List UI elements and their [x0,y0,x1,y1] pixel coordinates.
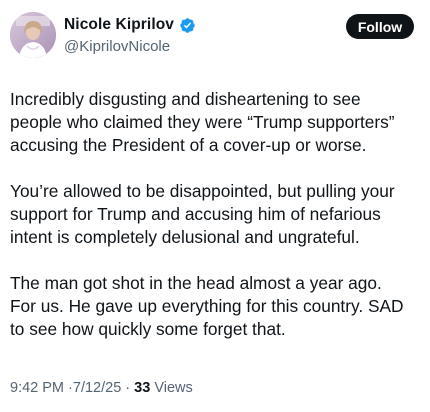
tweet-line: accusing the President of a cover-up or … [10,135,367,155]
tweet-paragraph: You’re allowed to be disappointed, but p… [10,180,425,249]
tweet-line: support for Trump and accusing him of ne… [10,204,381,224]
author-display-name[interactable]: Nicole Kiprilov [64,16,174,34]
tweet-time[interactable]: 9:42 PM [10,380,64,396]
tweet-line: For us. He gave up everything for this c… [10,296,404,316]
tweet-line: Incredibly disgusting and disheartening … [10,89,361,109]
tweet-meta: 9:42 PM ·7/12/25 · 33 Views [10,380,193,396]
tweet-text: Incredibly disgusting and disheartening … [10,88,425,364]
views-count: 33 [134,380,151,396]
tweet-line: You’re allowed to be disappointed, but p… [10,181,395,201]
author-handle[interactable]: @KiprilovNicole [64,38,170,55]
tweet-paragraph: Incredibly disgusting and disheartening … [10,88,425,157]
avatar[interactable] [10,12,56,58]
tweet-card: Nicole Kiprilov @KiprilovNicole Follow I… [0,0,430,412]
meta-separator: · [125,380,131,396]
author-name-row: Nicole Kiprilov [64,16,196,34]
tweet-paragraph: The man got shot in the head almost a ye… [10,272,425,341]
tweet-date[interactable]: 7/12/25 [73,380,121,396]
views-label: Views [154,380,193,396]
tweet-line: people who claimed they were “Trump supp… [10,112,395,132]
verified-badge-icon [179,17,196,34]
tweet-line: The man got shot in the head almost a ye… [10,273,382,293]
tweet-line: intent is completely delusional and ungr… [10,227,360,247]
avatar-image [10,12,56,58]
tweet-line: to see how quickly some forget that. [10,319,286,339]
follow-button[interactable]: Follow [346,14,414,39]
